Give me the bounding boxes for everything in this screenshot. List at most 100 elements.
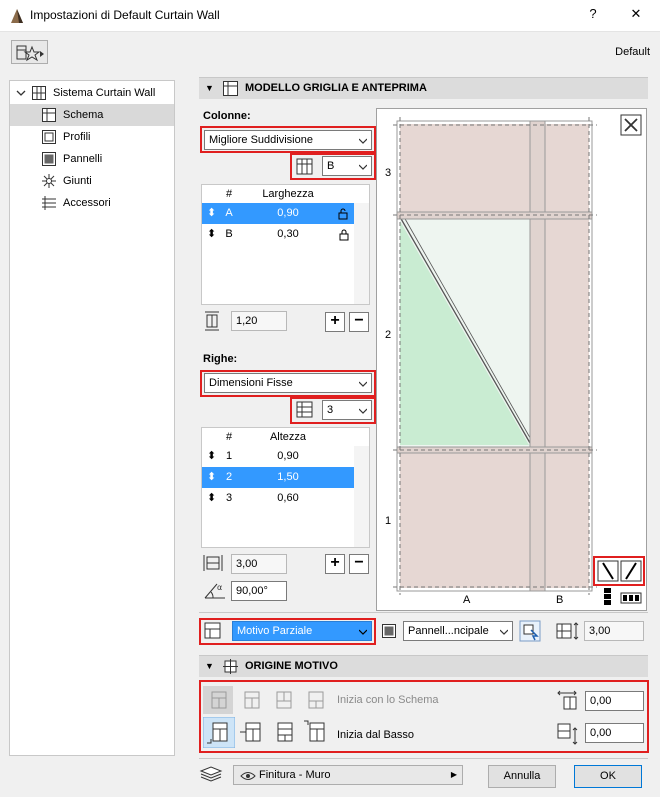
origin-section-header[interactable]: ▼ ORIGINE MOTIVO xyxy=(199,655,648,677)
preview-col-label: B xyxy=(556,594,564,606)
divider xyxy=(199,758,648,759)
settings-tree: Sistema Curtain Wall Schema Profili Pann… xyxy=(9,80,175,756)
rows-table: # Altezza ⬍ 1 0,90 ⬍ 2 1,50 ⬍ 3 0,60 xyxy=(201,427,370,548)
reorder-icon[interactable]: ⬍ xyxy=(207,488,216,509)
chevron-down-icon xyxy=(500,629,508,635)
layer-dropdown[interactable]: Finitura - Muro ▶ xyxy=(233,765,463,785)
frame-icon xyxy=(42,130,56,144)
start-schema-option-2-icon[interactable] xyxy=(236,686,266,714)
column-header-num: # xyxy=(225,188,233,200)
table-row[interactable]: ⬍ 1 0,90 xyxy=(202,446,354,467)
start-schema-option-4-icon[interactable] xyxy=(300,686,330,714)
rows-mode-dropdown[interactable]: Dimensioni Fisse xyxy=(204,373,372,393)
angle-input[interactable]: 90,00° xyxy=(231,581,287,601)
rows-mode-value: Dimensioni Fisse xyxy=(209,377,293,389)
column-selector-dropdown[interactable]: B xyxy=(322,156,372,176)
unlock-icon[interactable] xyxy=(338,208,350,220)
table-row[interactable]: ⬍ B 0,30 xyxy=(202,224,354,245)
diagonal-right-icon[interactable] xyxy=(620,560,642,582)
row-id: B xyxy=(225,228,233,240)
rows-label: Righe: xyxy=(203,353,238,365)
table-row[interactable]: ⬍ A 0,90 xyxy=(202,203,354,224)
row-value[interactable]: 0,60 xyxy=(238,488,338,509)
favorites-button[interactable] xyxy=(11,40,48,64)
add-row-button[interactable]: + xyxy=(325,554,345,574)
close-button[interactable]: ✕ xyxy=(626,6,646,22)
tree-root[interactable]: Sistema Curtain Wall xyxy=(10,82,174,104)
tree-item-profili[interactable]: Profili xyxy=(10,126,174,148)
row-value[interactable]: 1,50 xyxy=(238,467,338,488)
start-bottom-option-1-icon[interactable] xyxy=(203,717,235,748)
row-id: A xyxy=(225,207,233,219)
cancel-button[interactable]: Annulla xyxy=(488,765,556,788)
preview-row-label: 3 xyxy=(385,167,392,179)
horizontal-cells-icon[interactable] xyxy=(620,587,642,607)
grid-section-header[interactable]: ▼ MODELLO GRIGLIA E ANTEPRIMA xyxy=(199,77,648,99)
preview-col-label: A xyxy=(463,594,471,606)
reorder-icon[interactable]: ⬍ xyxy=(207,224,216,245)
panel-type-icon xyxy=(382,624,396,638)
row-value[interactable]: 0,90 xyxy=(238,446,338,467)
tree-item-giunti[interactable]: Giunti xyxy=(10,170,174,192)
row-value[interactable]: 0,30 xyxy=(238,224,338,245)
total-height-icon xyxy=(203,555,223,571)
chevron-right-icon: ▶ xyxy=(450,770,457,779)
column-header-width: Larghezza xyxy=(262,188,314,200)
start-schema-option-3-icon[interactable] xyxy=(268,686,298,714)
tree-item-pannelli[interactable]: Pannelli xyxy=(10,148,174,170)
tree-item-label: Schema xyxy=(63,109,104,121)
column-grid-icon xyxy=(296,158,313,175)
row-grid-icon xyxy=(296,401,313,418)
table-scrollbar[interactable] xyxy=(354,446,369,547)
favorites-icon xyxy=(16,45,44,62)
tree-item-label: Accessori xyxy=(63,197,111,209)
vertical-cells-icon[interactable] xyxy=(597,587,619,607)
chevron-down-icon xyxy=(359,408,367,414)
lock-icon[interactable] xyxy=(338,229,350,241)
divider xyxy=(199,612,648,613)
svg-text:α: α xyxy=(217,583,222,592)
chevron-down-icon xyxy=(16,90,26,96)
start-bottom-option-2-icon[interactable] xyxy=(237,717,267,748)
close-preview-icon[interactable] xyxy=(620,114,642,136)
reorder-icon[interactable]: ⬍ xyxy=(207,467,216,488)
remove-row-button[interactable]: − xyxy=(349,554,369,574)
total-width-field: 1,20 xyxy=(231,311,287,331)
row-id: 1 xyxy=(225,450,233,462)
row-selector-dropdown[interactable]: 3 xyxy=(322,400,372,420)
help-button[interactable]: ? xyxy=(583,6,603,21)
eye-icon xyxy=(240,772,256,780)
schema-icon xyxy=(42,108,56,122)
columns-mode-dropdown[interactable]: Migliore Suddivisione xyxy=(204,130,372,150)
offset-x-icon xyxy=(557,690,577,710)
offset-y-input[interactable]: 0,00 xyxy=(585,723,644,743)
chevron-down-icon xyxy=(359,381,367,387)
table-scrollbar[interactable] xyxy=(354,203,369,304)
row-value[interactable]: 0,90 xyxy=(238,203,338,224)
profile-name: Default xyxy=(615,46,650,58)
table-row[interactable]: ⬍ 2 1,50 xyxy=(202,467,354,488)
tree-item-label: Profili xyxy=(63,131,91,143)
row-id: 3 xyxy=(225,492,233,504)
remove-column-button[interactable]: − xyxy=(349,312,369,332)
layer-value: Finitura - Muro xyxy=(259,769,331,781)
tree-item-label: Giunti xyxy=(63,175,92,187)
pattern-dropdown[interactable]: Motivo Parziale xyxy=(232,621,372,641)
reorder-icon[interactable]: ⬍ xyxy=(207,446,216,467)
start-schema-option-1-icon[interactable] xyxy=(203,686,233,714)
start-bottom-option-4-icon[interactable] xyxy=(301,717,331,748)
diagonal-left-icon[interactable] xyxy=(597,560,619,582)
origin-section-title: ORIGINE MOTIVO xyxy=(245,660,338,672)
start-bottom-option-3-icon[interactable] xyxy=(269,717,299,748)
tree-item-schema[interactable]: Schema xyxy=(10,104,174,126)
tree-item-accessori[interactable]: Accessori xyxy=(10,192,174,214)
start-bottom-label: Inizia dal Basso xyxy=(337,729,415,741)
add-column-button[interactable]: + xyxy=(325,312,345,332)
ok-button[interactable]: OK xyxy=(574,765,642,788)
panel-type-dropdown[interactable]: Pannell...ncipale xyxy=(403,621,513,641)
curtain-wall-icon xyxy=(32,86,46,100)
reorder-icon[interactable]: ⬍ xyxy=(207,203,216,224)
pick-panel-icon[interactable] xyxy=(519,620,541,642)
offset-x-input[interactable]: 0,00 xyxy=(585,691,644,711)
table-row[interactable]: ⬍ 3 0,60 xyxy=(202,488,354,509)
